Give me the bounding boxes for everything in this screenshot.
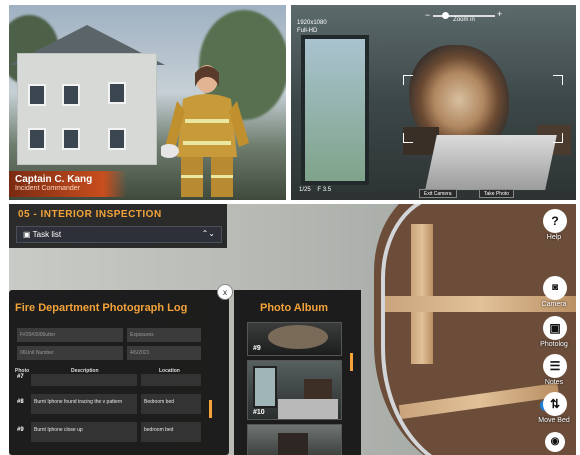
log-field[interactable]: 06Unit Number [17,346,123,360]
reticle-corner [553,133,563,143]
log-field[interactable]: Exposures [127,328,201,342]
eye-icon: ◉ [550,436,560,447]
photo-thumbnail[interactable] [247,424,342,455]
visibility-button[interactable]: ◉ [545,432,565,452]
camera-stats: 1/25 F 3.5 [299,187,331,193]
house-window [62,128,80,150]
photo-thumbnail[interactable]: #10 [247,360,342,420]
notes-label: Notes [544,379,564,386]
row-location[interactable]: Bedroom bed [141,394,201,414]
speaker-name: Captain C. Kang [15,174,93,185]
house-window [28,128,46,150]
photolog-icon: ▣ [549,321,561,335]
intro-video-panel: Captain C. Kang Incident Commander [9,5,286,200]
row-number: #8 [17,399,24,405]
log-scrollbar[interactable] [209,400,212,418]
row-description[interactable]: Burnt Iphone found tracing the v pattern [31,394,137,414]
speaker-role: Incident Commander [15,185,80,192]
row-description[interactable]: Burnt Iphone close up [31,422,137,442]
firefighter-character [161,65,249,197]
camera-view-panel: 1920x1080 Full-HD − + Zoom in 1/25 F 3.5… [291,5,576,200]
exit-camera-button[interactable]: Exit Camera [419,189,457,198]
photo-number: #10 [253,409,265,416]
notes-icon: ☰ [549,359,561,373]
photolog-label: Photolog [540,341,568,348]
frame-counter: 1/25 [299,187,311,193]
section-header: 05 - INTERIOR INSPECTION ▣ Task list ⌃⌄ [9,204,227,248]
close-button[interactable]: x [217,284,233,300]
row-number: #9 [17,427,24,433]
task-list-icon: ▣ [23,230,33,239]
camera-button[interactable]: ◙ [543,276,567,300]
photolog-button[interactable]: ▣ [543,316,567,340]
album-scrollbar[interactable] [350,353,353,371]
photo-thumbnail[interactable]: #9 [247,322,342,356]
photo-album-panel: Photo Album #9 #10 [234,290,361,455]
reticle-corner [403,133,413,143]
photograph-log-panel: Fire Department Photograph Log F#20#3006… [9,290,229,455]
task-list-label: Task list [32,230,62,239]
room-window [301,35,369,185]
move-bed-icon: ⇅ [549,397,561,411]
photo-content [268,325,328,349]
photo-album-title: Photo Album [260,302,329,314]
bed [425,135,557,190]
photo-number: #9 [253,345,261,352]
quality-value: Full-HD [297,28,318,34]
speaker-caption: Captain C. Kang Incident Commander [9,171,127,197]
interior-inspection-panel: 05 - INTERIOR INSPECTION ▣ Task list ⌃⌄ … [9,204,576,455]
move-bed-label: Move Bed [538,417,570,424]
zoom-label: Zoom in [453,17,475,23]
house-window [108,128,126,150]
photo-log-title: Fire Department Photograph Log [15,302,188,314]
house-window [28,84,46,106]
resolution-readout: 1920x1080 Full-HD [297,19,327,35]
row-location[interactable] [141,374,201,386]
house [17,53,157,165]
take-photo-button[interactable]: Take Photo [479,189,515,198]
help-label: Help [546,234,562,241]
row-number: #7 [17,374,24,380]
help-button[interactable]: ? [543,209,567,233]
help-icon: ? [551,214,559,228]
chevron-updown-icon: ⌃⌄ [201,229,215,238]
resolution-value: 1920x1080 [297,20,327,26]
fstop-value: F 3.5 [317,187,332,193]
row-location[interactable]: bedroom bed [141,422,201,442]
house-window [108,82,126,104]
reticle-corner [553,75,563,85]
log-field[interactable]: 4/6/2021 [127,346,201,360]
move-bed-button[interactable]: ⇅ [543,392,567,416]
notes-button[interactable]: ☰ [543,354,567,378]
photo-content [278,433,308,455]
camera-icon: ◙ [551,282,559,293]
row-description[interactable] [31,374,137,386]
task-list-dropdown[interactable]: ▣ Task list ⌃⌄ [16,226,222,243]
log-field[interactable]: F#20#3006utter [17,328,123,342]
camera-label: Camera [541,301,567,308]
section-title: 05 - INTERIOR INSPECTION [18,209,162,220]
house-window [62,84,80,106]
reticle-corner [403,75,413,85]
